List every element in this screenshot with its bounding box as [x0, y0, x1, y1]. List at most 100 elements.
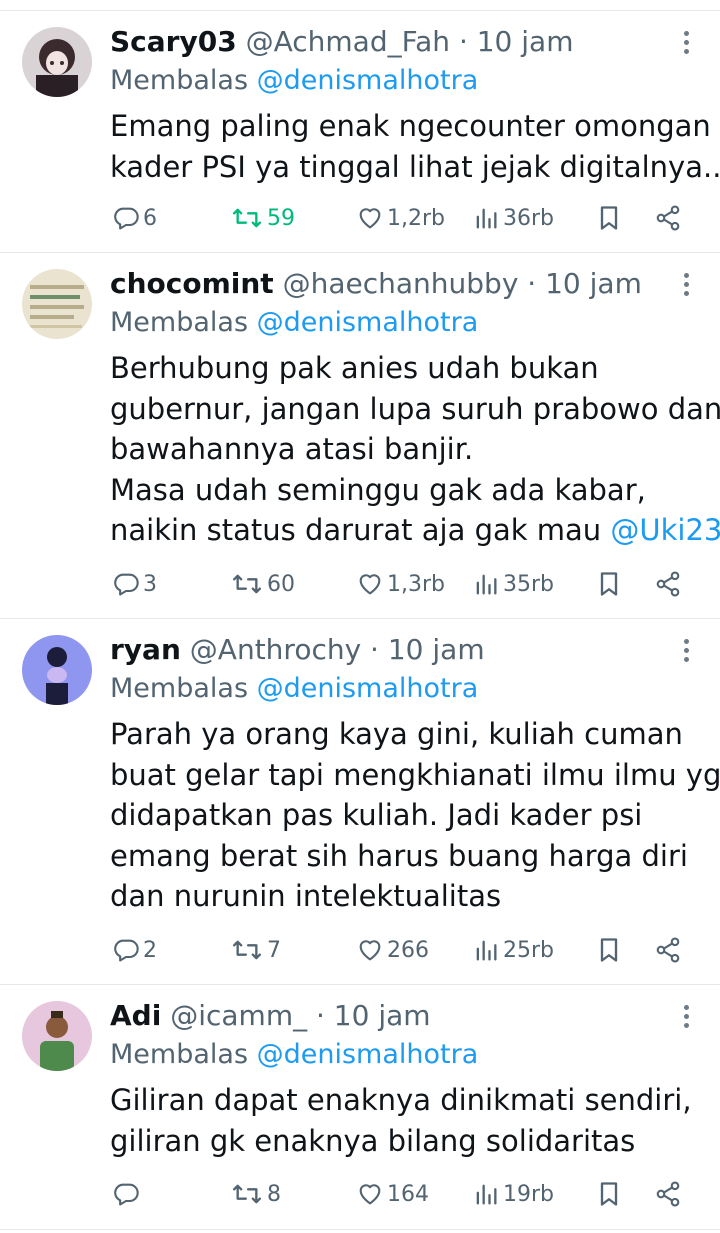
views-count: 19rb: [503, 1181, 555, 1207]
like-button[interactable]: 164: [356, 1174, 429, 1214]
retweet-icon: [233, 1184, 261, 1204]
tweet-header: Adi @icamm_ · 10 jam: [110, 996, 660, 1036]
display-name[interactable]: Scary03: [110, 25, 237, 58]
text-line: naikin status darurat aja gak mau: [110, 513, 611, 547]
views-count: 36rb: [503, 205, 555, 231]
handle-time[interactable]: @icamm_ · 10 jam: [170, 999, 430, 1032]
tweet-actions: 8 164 19rb: [0, 1174, 720, 1214]
avatar[interactable]: [22, 1001, 92, 1071]
text-line: Giliran dapat enaknya dinikmati sendiri,: [110, 1083, 692, 1117]
avatar[interactable]: [22, 269, 92, 339]
share-icon: [656, 571, 680, 597]
more-vertical-icon[interactable]: [676, 1005, 696, 1035]
share-icon: [656, 1181, 680, 1207]
views-icon: [476, 1184, 497, 1205]
reply-mention[interactable]: @denismalhotra: [257, 65, 479, 96]
text-line: emang berat sih harus buang harga diri: [110, 838, 688, 873]
tweet-header: Scary03 @Achmad_Fah · 10 jam: [110, 22, 660, 62]
share-icon: [656, 937, 680, 963]
retweet-button[interactable]: 8: [230, 1174, 281, 1214]
mention-link[interactable]: @Uki23: [610, 513, 720, 547]
replying-to: Membalas @denismalhotra: [110, 304, 478, 342]
reply-mention[interactable]: @denismalhotra: [257, 307, 479, 338]
views-button[interactable]: 35rb: [472, 564, 554, 604]
tweet-1[interactable]: Scary03 @Achmad_Fah · 10 jam Membalas @d…: [0, 11, 720, 253]
tweet-header: ryan @Anthrochy · 10 jam: [110, 630, 660, 670]
reply-button[interactable]: 6: [112, 198, 157, 238]
views-button[interactable]: 19rb: [472, 1174, 554, 1214]
tweet-3[interactable]: ryan @Anthrochy · 10 jam Membalas @denis…: [0, 619, 720, 985]
views-icon: [476, 208, 497, 229]
divider: [0, 1229, 720, 1230]
reply-mention[interactable]: @denismalhotra: [257, 1039, 479, 1070]
retweet-icon: [233, 208, 261, 228]
handle-time[interactable]: @haechanhubby · 10 jam: [283, 267, 642, 300]
text-line: kader PSI ya tinggal lihat jejak digital…: [110, 149, 720, 184]
bookmark-button[interactable]: [596, 198, 622, 238]
more-vertical-icon[interactable]: [676, 31, 696, 61]
retweet-button[interactable]: 7: [230, 930, 281, 970]
like-count: 1,2rb: [387, 205, 445, 231]
tweet-actions: 3 60 1,3rb 35rb: [0, 564, 720, 604]
reply-button[interactable]: 2: [112, 930, 157, 970]
tweet-actions: 6 59 1,2rb 36rb: [0, 198, 720, 238]
views-button[interactable]: 36rb: [472, 198, 554, 238]
text-line: dan nurunin intelektualitas: [110, 879, 502, 913]
text-line: Masa udah seminggu gak ada kabar,: [110, 472, 646, 507]
text-line: gubernur, jangan lupa suruh prabowo dan: [110, 391, 720, 426]
tweet-4[interactable]: Adi @icamm_ · 10 jam Membalas @denismalh…: [0, 985, 720, 1230]
like-button[interactable]: 266: [356, 930, 429, 970]
heart-icon: [359, 208, 381, 229]
display-name[interactable]: ryan: [110, 633, 181, 666]
retweet-icon: [233, 574, 261, 594]
reply-button[interactable]: 3: [112, 564, 157, 604]
reply-icon: [114, 939, 139, 962]
views-icon: [476, 940, 497, 961]
like-button[interactable]: 1,2rb: [356, 198, 445, 238]
bookmark-button[interactable]: [596, 1174, 622, 1214]
avatar[interactable]: [22, 27, 92, 97]
display-name[interactable]: chocomint: [110, 267, 274, 300]
tweet-header: chocomint @haechanhubby · 10 jam: [110, 264, 660, 304]
handle-time[interactable]: @Achmad_Fah · 10 jam: [246, 25, 574, 58]
text-line: didapatkan pas kuliah. Jadi kader psi: [110, 798, 643, 832]
text-line: Berhubung pak anies udah bukan: [110, 351, 599, 385]
tweet-text: Berhubung pak anies udah bukan gubernur,…: [110, 348, 720, 551]
display-name[interactable]: Adi: [110, 999, 161, 1032]
text-line: giliran gk enaknya bilang solidaritas: [110, 1123, 636, 1158]
more-vertical-icon[interactable]: [676, 273, 696, 303]
heart-icon: [359, 940, 381, 961]
retweet-icon: [233, 940, 261, 960]
retweet-button[interactable]: 59: [230, 198, 295, 238]
reply-button[interactable]: [112, 1174, 143, 1214]
like-button[interactable]: 1,3rb: [356, 564, 445, 604]
replying-to: Membalas @denismalhotra: [110, 670, 478, 708]
avatar[interactable]: [22, 635, 92, 705]
reply-icon: [114, 573, 139, 596]
share-button[interactable]: [654, 564, 682, 604]
reply-prefix: Membalas: [110, 1039, 249, 1070]
share-button[interactable]: [654, 930, 682, 970]
like-count: 164: [387, 1181, 429, 1207]
reply-prefix: Membalas: [110, 307, 249, 338]
tweet-text: Emang paling enak ngecounter omongan kad…: [110, 106, 720, 187]
reply-count: 2: [143, 937, 157, 963]
bookmark-icon: [600, 938, 618, 962]
bookmark-button[interactable]: [596, 564, 622, 604]
views-button[interactable]: 25rb: [472, 930, 554, 970]
views-icon: [476, 574, 497, 595]
reply-count: 3: [143, 571, 157, 597]
bookmark-button[interactable]: [596, 930, 622, 970]
text-line-with-link: naikin status darurat aja gak mau @Uki23: [110, 510, 720, 551]
retweet-count: 7: [267, 937, 281, 963]
tweet-2[interactable]: chocomint @haechanhubby · 10 jam Membala…: [0, 253, 720, 619]
more-vertical-icon[interactable]: [676, 639, 696, 669]
share-button[interactable]: [654, 198, 682, 238]
text-line: bawahannya atasi banjir.: [110, 432, 474, 466]
retweet-count: 59: [267, 205, 295, 231]
retweet-button[interactable]: 60: [230, 564, 295, 604]
handle-time[interactable]: @Anthrochy · 10 jam: [190, 633, 485, 666]
share-button[interactable]: [654, 1174, 682, 1214]
reply-mention[interactable]: @denismalhotra: [257, 673, 479, 704]
text-line: buat gelar tapi mengkhianati ilmu ilmu y…: [110, 757, 720, 792]
